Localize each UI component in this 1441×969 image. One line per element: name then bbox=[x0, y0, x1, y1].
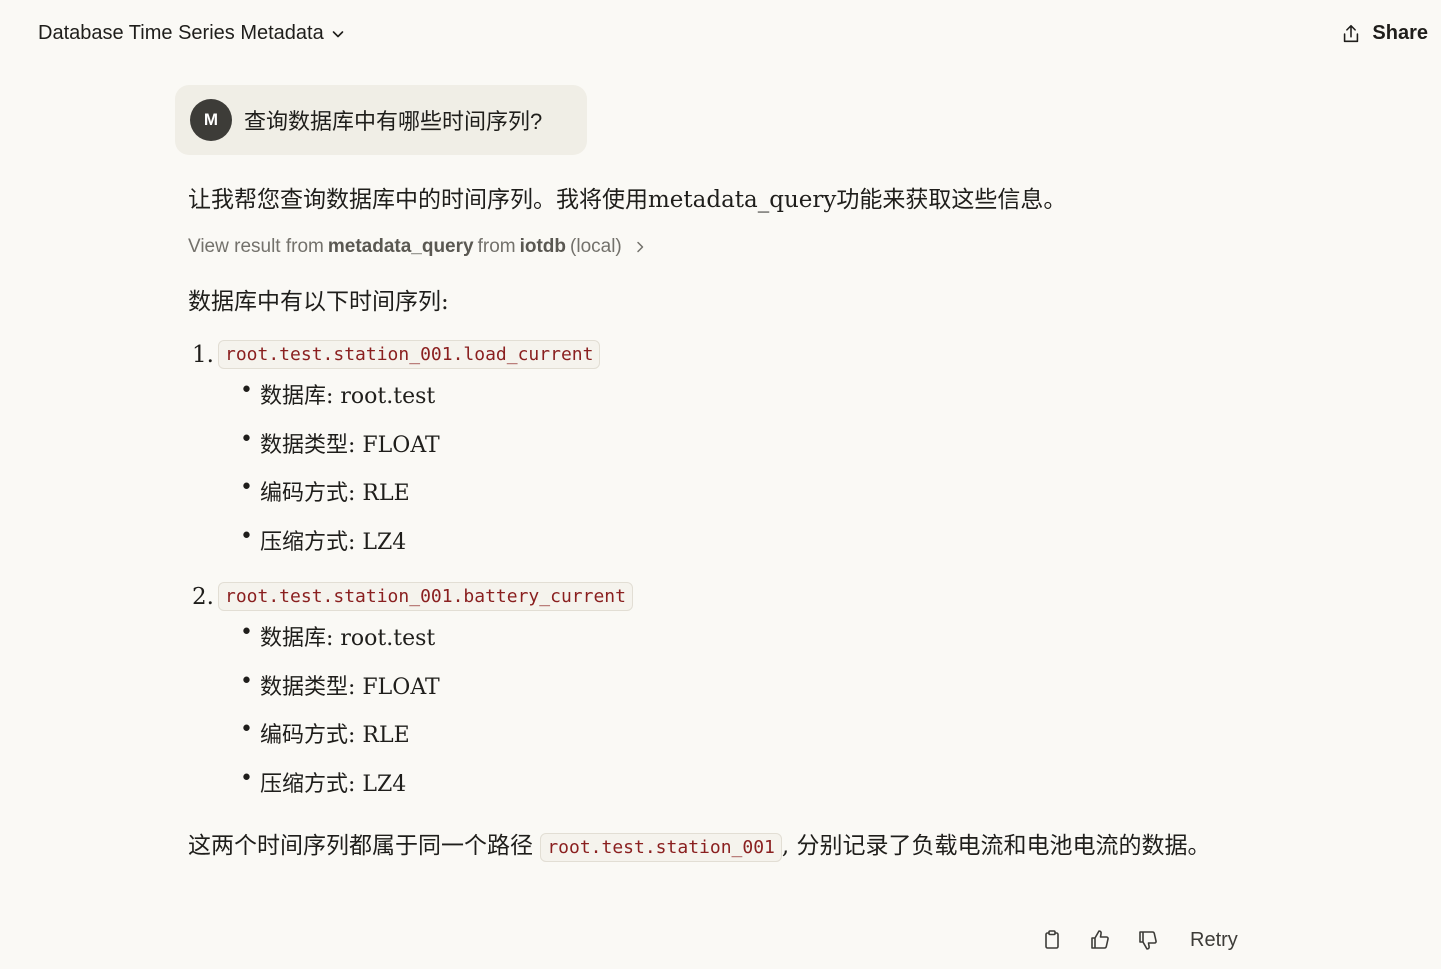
bullet-dot: • bbox=[240, 668, 253, 694]
conversation-title: Database Time Series Metadata bbox=[38, 22, 324, 44]
bullet-dot: • bbox=[240, 378, 253, 403]
avatar: M bbox=[190, 99, 232, 141]
bullet-dot: • bbox=[240, 523, 253, 549]
list-item: • 数据类型: FLOAT bbox=[240, 426, 440, 458]
bullet-dot: • bbox=[240, 717, 253, 742]
tool-result-prefix: View result from bbox=[188, 236, 324, 257]
list-item: 2. root.test.station_001.battery_current bbox=[192, 582, 633, 611]
chevron-down-icon bbox=[332, 30, 344, 37]
top-bar: Database Time Series Metadata Share bbox=[0, 0, 1441, 70]
chevron-right-icon bbox=[637, 241, 644, 253]
share-label: Share bbox=[1372, 22, 1428, 44]
summary-path-code: root.test.station_001 bbox=[540, 833, 782, 862]
list-item: 1. root.test.station_001.load_current bbox=[192, 340, 601, 369]
list-item: • 编码方式: RLE bbox=[240, 475, 410, 506]
tool-result-suffix: (local) bbox=[570, 236, 622, 257]
tool-result-from: from bbox=[477, 236, 516, 257]
series-details-list: • 数据库: root.test • 数据类型: FLOAT • 编码方式: RLE … bbox=[240, 620, 440, 814]
list-heading: 数据库中有以下时间序列: bbox=[188, 289, 449, 315]
series-details-list: • 数据库: root.test • 数据类型: FLOAT • 编码方式: RLE … bbox=[240, 378, 440, 572]
bullet-dot: • bbox=[240, 620, 253, 645]
copy-icon[interactable] bbox=[1040, 928, 1064, 952]
list-item: • 数据库: root.test bbox=[240, 378, 436, 409]
list-number: 1. bbox=[192, 341, 214, 368]
thumbs-down-icon[interactable] bbox=[1136, 928, 1160, 952]
user-message-text: 查询数据库中有哪些时间序列? bbox=[244, 109, 543, 134]
assistant-intro: 让我帮您查询数据库中的时间序列。我将使用metadata_query功能来获取这… bbox=[188, 187, 1067, 213]
tool-name: metadata_query bbox=[327, 236, 474, 257]
user-message: M 查询数据库中有哪些时间序列? bbox=[175, 85, 587, 155]
list-item: • 数据库: root.test bbox=[240, 620, 436, 651]
list-item: • 编码方式: RLE bbox=[240, 717, 410, 748]
list-number: 2. bbox=[192, 583, 214, 610]
assistant-summary: 这两个时间序列都属于同一个路径 root.test.station_001, 分… bbox=[188, 826, 1218, 868]
share-button[interactable]: Share bbox=[1340, 22, 1428, 45]
thumbs-up-icon[interactable] bbox=[1088, 928, 1112, 952]
bullet-dot: • bbox=[240, 475, 253, 500]
summary-text-after: , 分别记录了负载电流和电池电流的数据。 bbox=[781, 833, 1211, 859]
conversation-title-dropdown[interactable]: Database Time Series Metadata bbox=[38, 22, 346, 45]
list-item: • 压缩方式: LZ4 bbox=[240, 523, 407, 555]
bullet-dot: • bbox=[240, 765, 253, 791]
bullet-dot: • bbox=[240, 426, 253, 452]
list-item: • 数据类型: FLOAT bbox=[240, 668, 440, 700]
series-path-code: root.test.station_001.load_current bbox=[218, 340, 601, 369]
tool-result-link[interactable]: View result from metadata_query from iot… bbox=[188, 236, 648, 258]
retry-button[interactable]: Retry bbox=[1190, 929, 1238, 952]
summary-text-before: 这两个时间序列都属于同一个路径 bbox=[188, 833, 533, 859]
message-actions: Retry bbox=[1040, 928, 1238, 952]
tool-server: iotdb bbox=[519, 236, 567, 257]
series-path-code: root.test.station_001.battery_current bbox=[218, 582, 633, 611]
list-item: • 压缩方式: LZ4 bbox=[240, 765, 407, 797]
share-icon bbox=[1344, 24, 1359, 42]
